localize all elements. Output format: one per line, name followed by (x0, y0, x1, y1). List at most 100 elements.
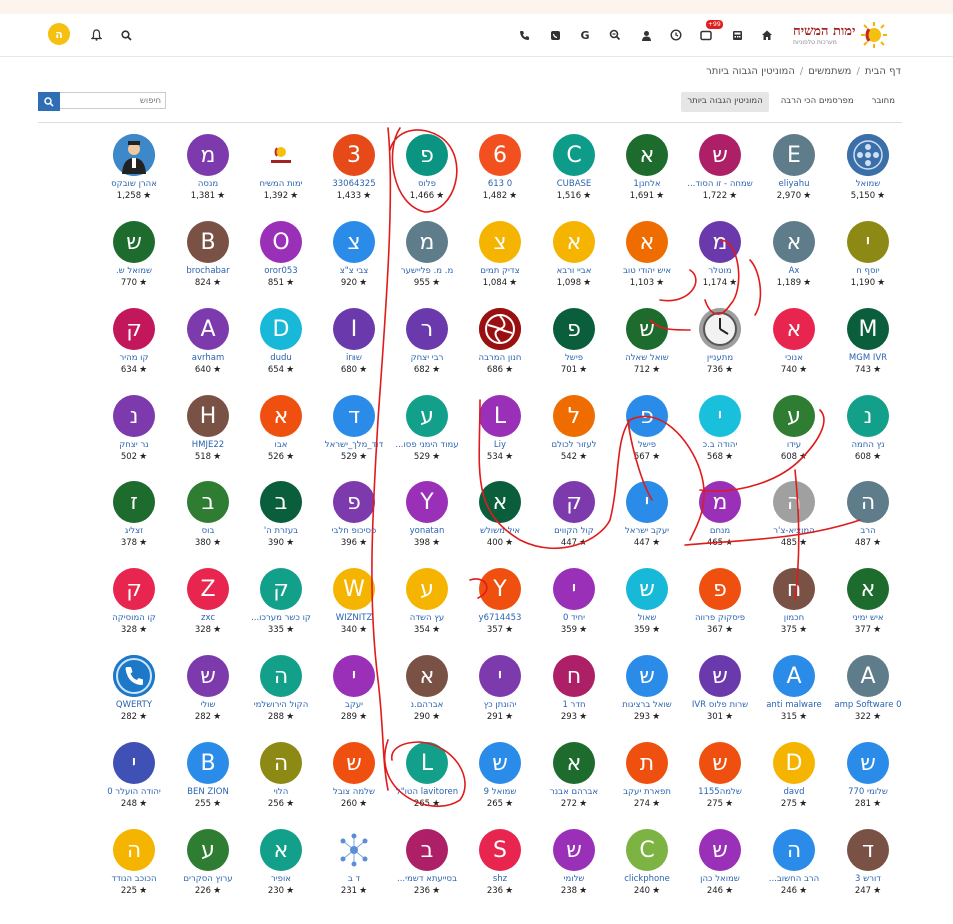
user-name[interactable]: זצליג (91, 526, 177, 536)
user-avatar-circle[interactable]: פ (553, 308, 595, 350)
user-avatar-logo-circle-icon[interactable] (847, 134, 889, 176)
user-avatar-circle[interactable]: י (333, 655, 375, 697)
user-avatar-circle[interactable]: פ (333, 481, 375, 523)
user-avatar-circle[interactable]: ז (113, 481, 155, 523)
user-card[interactable]: ח חכמון 375 ★ (751, 568, 837, 644)
user-card[interactable]: שמואל 5,150 ★ (825, 134, 911, 210)
user-name[interactable]: HMJE22 (165, 440, 251, 450)
user-avatar-circle[interactable]: פ (699, 568, 741, 610)
user-card[interactable]: ע ערוץ הסקרים 226 ★ (165, 829, 251, 905)
user-name[interactable]: אהרן שובקס (91, 179, 177, 189)
user-avatar-circle[interactable]: מ (187, 134, 229, 176)
user-name[interactable]: קול הקווים (531, 526, 617, 536)
user-avatar-circle[interactable]: ש (847, 742, 889, 784)
user-avatar-circle[interactable]: מ (406, 221, 448, 263)
user-avatar-circle[interactable]: י (847, 221, 889, 263)
user-avatar-circle[interactable]: נ (113, 395, 155, 437)
user-avatar-circle[interactable]: ש (333, 742, 375, 784)
user-avatar-circle[interactable]: ש (113, 221, 155, 263)
user-avatar-circle[interactable]: M (847, 308, 889, 350)
user-avatar-circle[interactable]: י (113, 742, 155, 784)
user-card[interactable]: פ פישל 701 ★ (531, 308, 617, 384)
user-avatar-circle[interactable]: ש (626, 655, 668, 697)
user-avatar-circle[interactable]: A (773, 655, 815, 697)
user-name[interactable]: יוסף ח (825, 266, 911, 276)
user-avatar-circle[interactable]: ק (113, 568, 155, 610)
user-avatar-circle[interactable]: ב (187, 481, 229, 523)
user-avatar-circle[interactable]: ש (626, 308, 668, 350)
user-name[interactable]: eliyahu (751, 179, 837, 189)
user-card[interactable]: ה הכוכב הנודד 225 ★ (91, 829, 177, 905)
user-avatar-circle[interactable]: י (699, 395, 741, 437)
user-avatar-circle[interactable]: א (553, 221, 595, 263)
user-avatar-circle[interactable]: Y (479, 568, 521, 610)
user-card[interactable]: ה הרב החשוב... 246 ★ (751, 829, 837, 905)
user-name[interactable]: הרב החשוב... (751, 874, 837, 884)
user-avatar-circle[interactable]: A (187, 308, 229, 350)
user-avatar-circle[interactable]: ע (406, 568, 448, 610)
user-card[interactable]: ה הרב 487 ★ (825, 481, 911, 557)
user-name[interactable]: Ax (751, 266, 837, 276)
user-name[interactable]: אנוכי (751, 353, 837, 363)
user-avatar-circle[interactable]: C (626, 829, 668, 871)
user-avatar-circle[interactable]: י (626, 481, 668, 523)
user-name[interactable]: zxc (165, 613, 251, 623)
user-avatar-circle[interactable]: Z (187, 568, 229, 610)
user-avatar-circle[interactable]: L (406, 742, 448, 784)
user-card[interactable]: ז זצליג 378 ★ (91, 481, 177, 557)
user-avatar-circle[interactable]: ש (699, 742, 741, 784)
user-avatar-phone-icon[interactable] (113, 655, 155, 697)
user-name[interactable]: QWERTY (91, 700, 177, 710)
user-avatar-circle[interactable]: א (626, 221, 668, 263)
user-avatar-circle[interactable]: S (479, 829, 521, 871)
user-name[interactable]: avrham (165, 353, 251, 363)
user-card[interactable]: ש שמואל ש. 770 ★ (91, 221, 177, 297)
user-card[interactable]: ח חדר 1 293 ★ (531, 655, 617, 731)
user-card[interactable]: מ מנסה 1,381 ★ (165, 134, 251, 210)
user-avatar-circle[interactable]: א (553, 742, 595, 784)
user-avatar-circle[interactable]: E (773, 134, 815, 176)
user-name[interactable]: בוס (165, 526, 251, 536)
user-name[interactable]: MGM IVR (825, 353, 911, 363)
user-avatar-circle[interactable]: צ (333, 221, 375, 263)
user-avatar-circle[interactable]: א (773, 221, 815, 263)
user-card[interactable]: H HMJE22 518 ★ (165, 395, 251, 471)
user-card[interactable]: C CUBASE 1,516 ★ (531, 134, 617, 210)
user-avatar-circle[interactable]: ח (553, 655, 595, 697)
user-name[interactable]: חדר 1 (531, 700, 617, 710)
user-avatar-circle[interactable]: צ (479, 221, 521, 263)
user-avatar-circle[interactable]: ש (699, 829, 741, 871)
user-avatar-circle[interactable]: Y (406, 481, 448, 523)
user-avatar-circle[interactable]: ב (260, 481, 302, 523)
user-card[interactable]: Zzxc 328 ★ (165, 568, 251, 644)
user-avatar-circle[interactable]: ד (333, 395, 375, 437)
user-name[interactable]: אברהם אבנר (531, 787, 617, 797)
user-avatar-circle[interactable]: ה (113, 829, 155, 871)
user-avatar-circle[interactable]: א (479, 481, 521, 523)
user-card[interactable]: ש שלומי 770 281 ★ (825, 742, 911, 818)
user-avatar-circle[interactable]: א (626, 134, 668, 176)
user-avatar-circle[interactable]: L (479, 395, 521, 437)
user-avatar-swirl-icon[interactable] (479, 308, 521, 350)
user-avatar-circle[interactable]: פ (406, 134, 448, 176)
user-name[interactable]: שלומי 770 (825, 787, 911, 797)
user-name[interactable]: שלומי (531, 874, 617, 884)
user-avatar-circle[interactable]: ב (406, 829, 448, 871)
user-avatar-circle[interactable]: I (333, 308, 375, 350)
user-avatar-circle[interactable]: ש (626, 568, 668, 610)
user-avatar-circle[interactable]: ש (187, 655, 229, 697)
user-name[interactable]: הרב (825, 526, 911, 536)
user-name[interactable]: CUBASE (531, 179, 617, 189)
user-avatar-circle[interactable]: ח (773, 568, 815, 610)
user-avatar-circle[interactable]: ה (260, 655, 302, 697)
user-avatar-circle[interactable]: מ (699, 481, 741, 523)
user-avatar-person-icon[interactable] (113, 134, 155, 176)
user-avatar-circle[interactable]: א (406, 655, 448, 697)
user-avatar-circle[interactable]: ק (113, 308, 155, 350)
user-card[interactable]: Aamp Software 0 322 ★ (825, 655, 911, 731)
user-avatar-circle[interactable]: H (187, 395, 229, 437)
user-card[interactable]: ק קול הקווים 447 ★ (531, 481, 617, 557)
user-avatar-circle[interactable]: פ (626, 395, 668, 437)
user-card[interactable]: י יוסף ח 1,190 ★ (825, 221, 911, 297)
user-avatar-circle[interactable]: א (260, 829, 302, 871)
